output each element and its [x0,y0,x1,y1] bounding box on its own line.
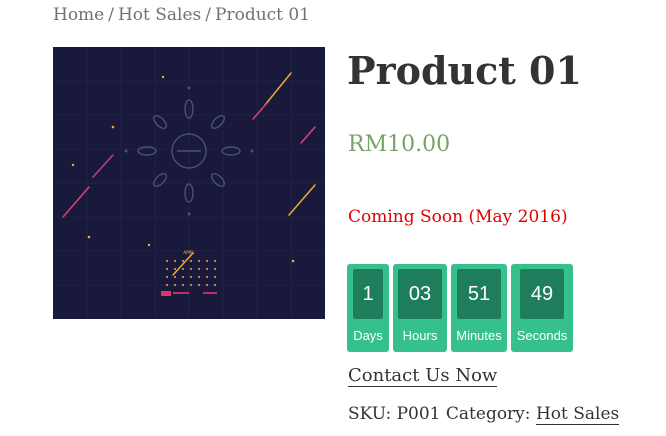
breadcrumb-home-link[interactable]: Home [53,5,104,25]
countdown-minutes: 51 Minutes [451,264,507,352]
breadcrumb-separator: / [205,5,212,25]
availability-status: Coming Soon (May 2016) [348,207,568,227]
product-image[interactable]: APRIL [53,47,325,319]
countdown-seconds-value: 49 [520,269,564,319]
breadcrumb: Home / Hot Sales / Product 01 [53,5,310,25]
countdown-timer: 1 Days 03 Hours 51 Minutes 49 Seconds [347,264,573,352]
category-label: Category: [445,404,531,424]
countdown-hours-value: 03 [398,269,442,319]
breadcrumb-current: Product 01 [215,5,311,25]
countdown-days-label: Days [353,328,383,343]
countdown-seconds: 49 Seconds [511,264,573,352]
calendar-month-text: APRIL [183,250,195,255]
breadcrumb-separator: / [108,5,114,25]
product-image-artwork: APRIL [53,47,325,319]
countdown-hours: 03 Hours [393,264,447,352]
breadcrumb-category-link[interactable]: Hot Sales [118,5,201,25]
product-meta: SKU: P001 Category: Hot Sales [348,404,620,425]
countdown-minutes-label: Minutes [456,328,502,343]
contact-us-link[interactable]: Contact Us Now [348,365,498,387]
countdown-minutes-value: 51 [457,269,501,319]
category-link[interactable]: Hot Sales [535,404,620,425]
product-title: Product 01 [347,48,582,93]
countdown-seconds-label: Seconds [516,328,568,343]
product-price: RM10.00 [348,132,451,157]
countdown-days-value: 1 [353,269,383,319]
sku-label: SKU: [348,404,392,424]
countdown-hours-label: Hours [402,328,438,343]
countdown-days: 1 Days [347,264,389,352]
sku-value: P001 [396,404,441,424]
